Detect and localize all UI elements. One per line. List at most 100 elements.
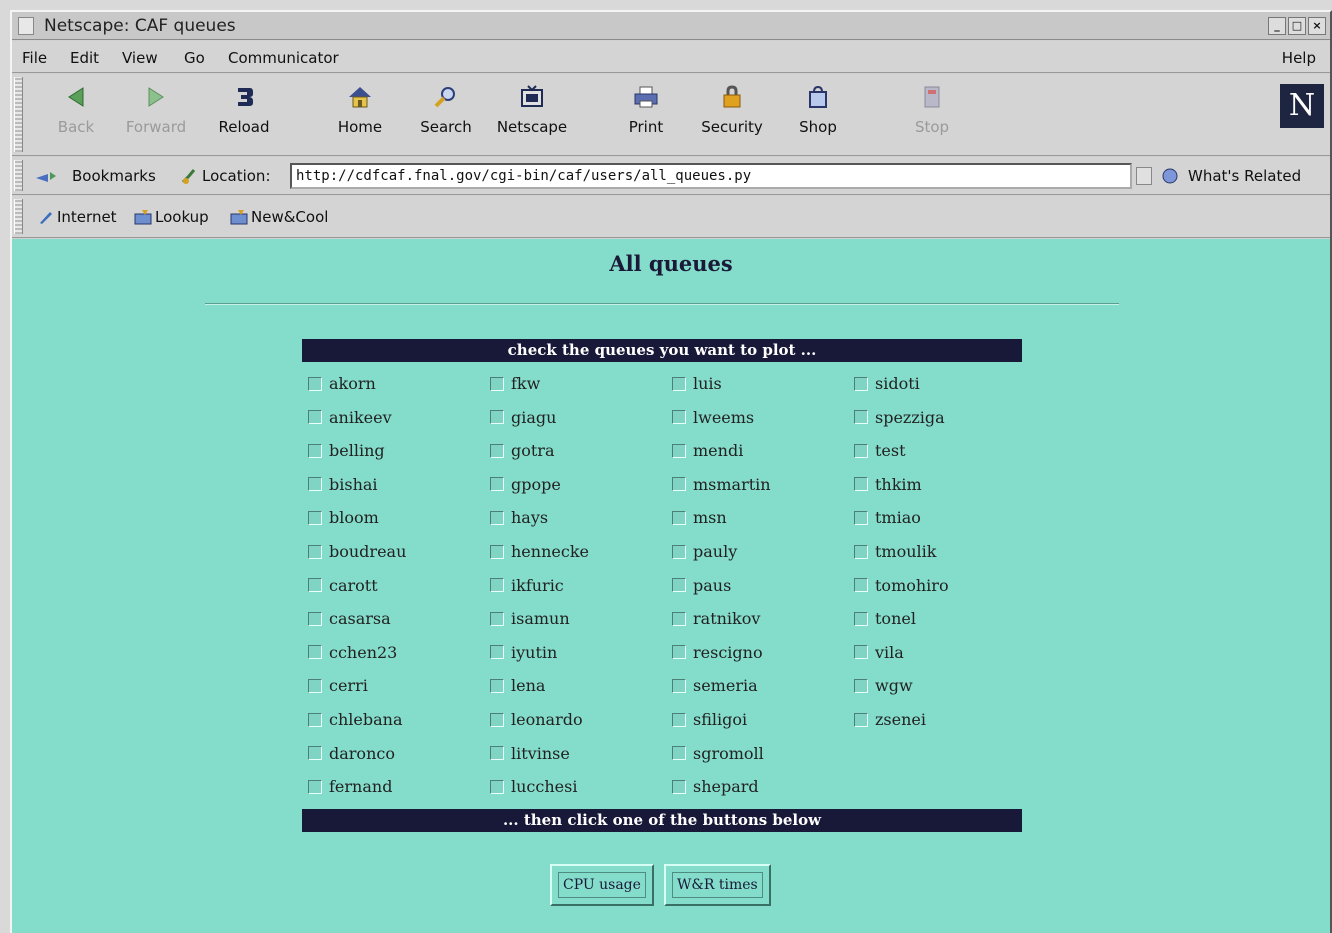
queue-checkbox[interactable]: [490, 746, 504, 761]
forward-button[interactable]: Forward: [116, 82, 196, 136]
queue-checkbox-item[interactable]: lweems: [672, 408, 754, 427]
queue-checkbox[interactable]: [308, 410, 322, 425]
queue-checkbox-item[interactable]: bishai: [308, 475, 378, 494]
menu-go[interactable]: Go: [184, 49, 205, 67]
queue-checkbox[interactable]: [490, 376, 504, 391]
queue-checkbox[interactable]: [308, 510, 322, 525]
url-history-dropdown[interactable]: [1136, 167, 1152, 185]
toolbar-grip[interactable]: [14, 77, 23, 152]
personal-link-lookup[interactable]: Lookup: [134, 208, 209, 226]
security-button[interactable]: Security: [692, 82, 772, 136]
queue-checkbox[interactable]: [672, 578, 686, 593]
queue-checkbox-item[interactable]: tmoulik: [854, 542, 936, 561]
queue-checkbox[interactable]: [490, 544, 504, 559]
queue-checkbox[interactable]: [854, 477, 868, 492]
queue-checkbox-item[interactable]: daronco: [308, 744, 395, 763]
queue-checkbox[interactable]: [854, 645, 868, 660]
queue-checkbox[interactable]: [308, 678, 322, 693]
queue-checkbox-item[interactable]: pauly: [672, 542, 737, 561]
queue-checkbox-item[interactable]: paus: [672, 576, 731, 595]
menu-communicator[interactable]: Communicator: [228, 49, 339, 67]
queue-checkbox-item[interactable]: ratnikov: [672, 609, 760, 628]
shop-button[interactable]: Shop: [778, 82, 858, 136]
menu-help[interactable]: Help: [1282, 49, 1316, 67]
search-button[interactable]: Search: [406, 82, 486, 136]
queue-checkbox[interactable]: [854, 510, 868, 525]
wr-times-button[interactable]: W&R times: [664, 864, 771, 906]
netscape-button[interactable]: Netscape: [492, 82, 572, 136]
maximize-button[interactable]: □: [1288, 17, 1306, 35]
cpu-usage-button[interactable]: CPU usage: [550, 864, 654, 906]
location-url-input[interactable]: http://cdfcaf.fnal.gov/cgi-bin/caf/users…: [290, 163, 1132, 189]
queue-checkbox-item[interactable]: cchen23: [308, 643, 397, 662]
queue-checkbox[interactable]: [672, 712, 686, 727]
personal-link-internet[interactable]: Internet: [38, 208, 117, 226]
queue-checkbox-item[interactable]: rescigno: [672, 643, 763, 662]
queue-checkbox[interactable]: [308, 611, 322, 626]
queue-checkbox-item[interactable]: tomohiro: [854, 576, 949, 595]
close-button[interactable]: ×: [1308, 17, 1326, 35]
queue-checkbox-item[interactable]: wgw: [854, 676, 913, 695]
queue-checkbox[interactable]: [672, 746, 686, 761]
queue-checkbox-item[interactable]: lena: [490, 676, 545, 695]
queue-checkbox[interactable]: [490, 678, 504, 693]
queue-checkbox[interactable]: [672, 477, 686, 492]
queue-checkbox[interactable]: [490, 712, 504, 727]
queue-checkbox[interactable]: [672, 510, 686, 525]
queue-checkbox-item[interactable]: lucchesi: [490, 777, 577, 796]
minimize-button[interactable]: _: [1268, 17, 1286, 35]
queue-checkbox-item[interactable]: luis: [672, 374, 722, 393]
queue-checkbox[interactable]: [854, 611, 868, 626]
queue-checkbox-item[interactable]: fkw: [490, 374, 540, 393]
toolbar-grip[interactable]: [14, 160, 23, 191]
queue-checkbox[interactable]: [854, 376, 868, 391]
queue-checkbox-item[interactable]: tmiao: [854, 508, 921, 527]
queue-checkbox-item[interactable]: leonardo: [490, 710, 583, 729]
queue-checkbox[interactable]: [308, 544, 322, 559]
queue-checkbox-item[interactable]: iyutin: [490, 643, 557, 662]
queue-checkbox-item[interactable]: litvinse: [490, 744, 570, 763]
toolbar-grip[interactable]: [14, 199, 23, 234]
queue-checkbox-item[interactable]: giagu: [490, 408, 556, 427]
menu-edit[interactable]: Edit: [70, 49, 99, 67]
queue-checkbox-item[interactable]: ikfuric: [490, 576, 564, 595]
queue-checkbox[interactable]: [490, 779, 504, 794]
queue-checkbox[interactable]: [308, 746, 322, 761]
queue-checkbox-item[interactable]: hennecke: [490, 542, 589, 561]
queue-checkbox[interactable]: [490, 510, 504, 525]
queue-checkbox[interactable]: [854, 578, 868, 593]
queue-checkbox[interactable]: [672, 779, 686, 794]
print-button[interactable]: Print: [606, 82, 686, 136]
back-button[interactable]: Back: [36, 82, 116, 136]
queue-checkbox[interactable]: [672, 645, 686, 660]
queue-checkbox[interactable]: [308, 477, 322, 492]
queue-checkbox[interactable]: [490, 477, 504, 492]
queue-checkbox-item[interactable]: zsenei: [854, 710, 926, 729]
queue-checkbox-item[interactable]: gotra: [490, 441, 555, 460]
queue-checkbox-item[interactable]: thkim: [854, 475, 922, 494]
queue-checkbox[interactable]: [854, 678, 868, 693]
queue-checkbox-item[interactable]: belling: [308, 441, 385, 460]
queue-checkbox[interactable]: [854, 712, 868, 727]
queue-checkbox-item[interactable]: anikeev: [308, 408, 392, 427]
queue-checkbox[interactable]: [490, 611, 504, 626]
queue-checkbox[interactable]: [490, 578, 504, 593]
queue-checkbox[interactable]: [672, 443, 686, 458]
queue-checkbox-item[interactable]: fernand: [308, 777, 392, 796]
reload-button[interactable]: Reload: [204, 82, 284, 136]
queue-checkbox-item[interactable]: vila: [854, 643, 904, 662]
queue-checkbox[interactable]: [672, 678, 686, 693]
queue-checkbox-item[interactable]: semeria: [672, 676, 758, 695]
queue-checkbox[interactable]: [308, 779, 322, 794]
queue-checkbox[interactable]: [854, 544, 868, 559]
queue-checkbox[interactable]: [308, 578, 322, 593]
queue-checkbox-item[interactable]: boudreau: [308, 542, 406, 561]
queue-checkbox-item[interactable]: shepard: [672, 777, 759, 796]
queue-checkbox-item[interactable]: sfiligoi: [672, 710, 747, 729]
queue-checkbox[interactable]: [854, 443, 868, 458]
queue-checkbox[interactable]: [308, 645, 322, 660]
queue-checkbox-item[interactable]: chlebana: [308, 710, 402, 729]
personal-link-newcool[interactable]: New&Cool: [230, 208, 328, 226]
queue-checkbox-item[interactable]: akorn: [308, 374, 376, 393]
queue-checkbox-item[interactable]: msn: [672, 508, 727, 527]
